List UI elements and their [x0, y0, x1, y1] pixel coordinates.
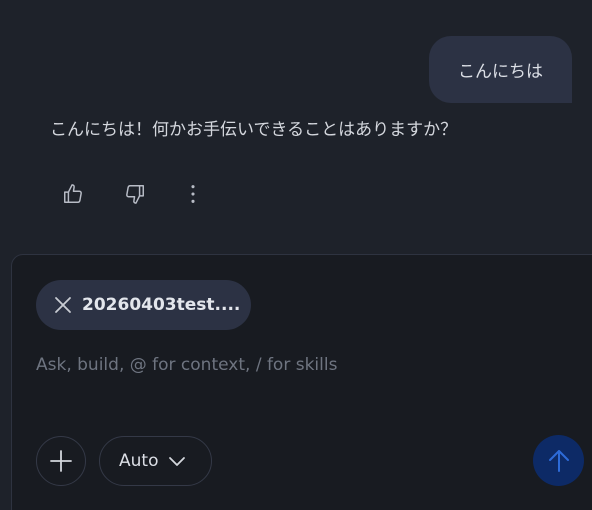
user-message-bubble: こんにちは: [429, 36, 572, 103]
chevron-down-icon: [168, 452, 186, 470]
thumbs-down-icon[interactable]: [122, 181, 148, 207]
arrow-up-icon: [548, 449, 569, 472]
chat-page: こんにちは こんにちは！何かお手伝いできることはありますか？ 20260403t: [0, 0, 592, 510]
thumbs-up-icon[interactable]: [60, 181, 86, 207]
model-select[interactable]: Auto: [99, 436, 212, 486]
assistant-message-text: こんにちは！何かお手伝いできることはありますか？: [50, 120, 458, 140]
attachment-chip[interactable]: 20260403test....: [36, 280, 251, 330]
plus-icon: [50, 450, 72, 472]
more-vertical-icon[interactable]: [180, 181, 206, 207]
attachment-label: 20260403test....: [82, 295, 241, 315]
prompt-input[interactable]: [36, 350, 556, 380]
close-icon[interactable]: [52, 294, 74, 316]
send-button[interactable]: [533, 435, 584, 486]
add-context-button[interactable]: [36, 436, 86, 486]
user-message-text: こんにちは: [458, 62, 543, 82]
model-select-label: Auto: [119, 451, 159, 471]
